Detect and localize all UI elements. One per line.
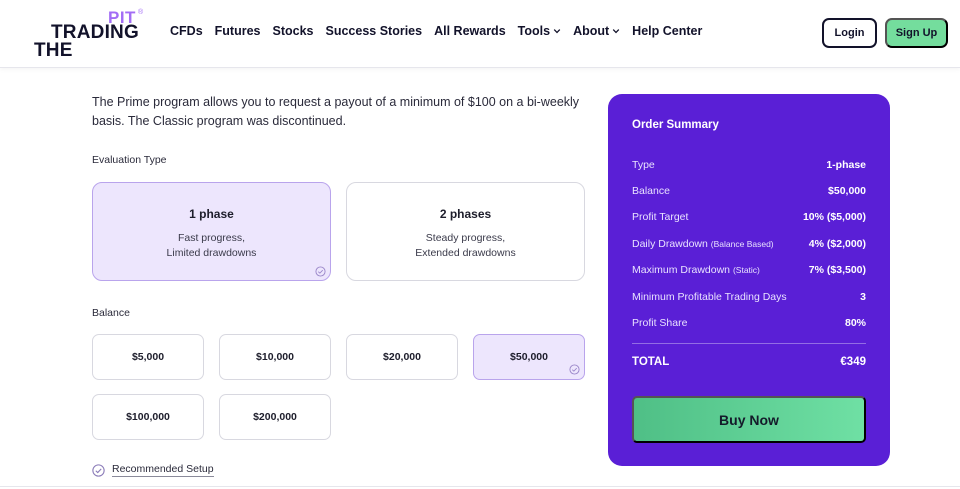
evaluation-option-desc-line: Limited drawdowns <box>166 247 257 259</box>
footer-divider <box>0 486 960 487</box>
summary-total-value: €349 <box>840 356 866 368</box>
chevron-down-icon <box>612 29 620 34</box>
summary-row-value: 4% ($2,000) <box>808 238 866 250</box>
evaluation-option-1-phase[interactable]: 1 phase Fast progress, Limited drawdowns <box>92 182 331 281</box>
evaluation-option-desc-line: Steady progress, <box>425 232 506 244</box>
nav-futures-label: Futures <box>214 24 261 38</box>
summary-row-value: $50,000 <box>828 185 866 197</box>
summary-row-value: 10% ($5,000) <box>802 211 866 223</box>
summary-row-label: Profit Share <box>632 317 688 329</box>
summary-row-label: Minimum Profitable Trading Days <box>632 291 787 303</box>
summary-row-daily-drawdown: Daily Drawdown (Balance Based) 4% ($2,00… <box>632 238 866 250</box>
nav-cfds[interactable]: CFDs <box>170 24 203 38</box>
balance-option-200000[interactable]: $200,000 <box>219 394 331 440</box>
balance-label: Balance <box>92 307 130 319</box>
balance-option-50000[interactable]: $50,000 <box>473 334 585 380</box>
evaluation-option-title: 2 phases <box>439 207 492 221</box>
the-pit-trading-logo[interactable]: PIT ® TRADING THE <box>34 8 146 61</box>
evaluation-option-desc-line: Fast progress, <box>177 232 246 244</box>
summary-row-label-sub: (Static) <box>732 265 760 275</box>
summary-row-profit-share: Profit Share 80% <box>632 317 866 329</box>
balance-option-20000[interactable]: $20,000 <box>346 334 458 380</box>
logo-the-text: THE <box>34 40 73 61</box>
summary-row-type: Type 1-phase <box>632 159 866 171</box>
sign-up-button[interactable]: Sign Up <box>885 18 948 48</box>
nav-help-center[interactable]: Help Center <box>632 24 702 38</box>
summary-row-label: Daily Drawdown (Balance Based) <box>632 238 774 250</box>
buy-now-button[interactable]: Buy Now <box>632 396 866 443</box>
order-summary-title: Order Summary <box>632 119 719 131</box>
nav-help-center-label: Help Center <box>632 24 703 38</box>
summary-row-value: 1-phase <box>826 159 866 171</box>
summary-row-label-sub: (Balance Based) <box>710 239 774 249</box>
order-summary-panel: Order Summary Type 1-phase Balance $50,0… <box>608 94 890 466</box>
balance-option-5000[interactable]: $5,000 <box>92 334 204 380</box>
balance-option-100000[interactable]: $100,000 <box>92 394 204 440</box>
check-circle-icon <box>92 463 105 477</box>
evaluation-option-desc: Fast progress, Limited drawdowns <box>93 231 330 261</box>
login-button[interactable]: Login <box>822 18 877 48</box>
nav-about-label: About <box>573 24 610 38</box>
nav-tools[interactable]: Tools <box>518 24 561 38</box>
evaluation-option-title: 1 phase <box>189 207 234 221</box>
nav-cfds-label: CFDs <box>170 24 203 38</box>
nav-all-rewards-label: All Rewards <box>434 24 506 38</box>
nav-all-rewards[interactable]: All Rewards <box>434 24 506 38</box>
recommended-setup-link[interactable]: Recommended Setup <box>92 463 214 477</box>
summary-total: TOTAL €349 <box>632 356 866 368</box>
nav-success-stories[interactable]: Success Stories <box>326 24 423 38</box>
nav-about[interactable]: About <box>573 24 620 38</box>
nav-futures[interactable]: Futures <box>215 24 261 38</box>
nav-success-stories-label: Success Stories <box>325 24 423 38</box>
summary-total-label: TOTAL <box>632 356 670 368</box>
summary-row-label-main: Daily Drawdown <box>632 238 708 250</box>
chevron-down-icon <box>553 29 561 34</box>
summary-row-value: 3 <box>860 291 866 303</box>
balance-option-label: $50,000 <box>510 351 548 363</box>
nav-stocks-label: Stocks <box>272 24 314 38</box>
evaluation-option-2-phases[interactable]: 2 phases Steady progress, Extended drawd… <box>346 182 585 281</box>
summary-row-profit-target: Profit Target 10% ($5,000) <box>632 211 866 223</box>
summary-row-balance: Balance $50,000 <box>632 185 866 197</box>
top-header: PIT ® TRADING THE CFDs Futures Stocks Su… <box>0 0 960 68</box>
summary-row-label-main: Maximum Drawdown <box>632 264 731 276</box>
nav-tools-label: Tools <box>517 24 551 38</box>
summary-row-label: Profit Target <box>632 211 689 223</box>
nav-stocks[interactable]: Stocks <box>273 24 314 38</box>
evaluation-option-desc-line: Extended drawdowns <box>415 247 516 259</box>
evaluation-type-label: Evaluation Type <box>92 154 167 166</box>
summary-row-maximum-drawdown: Maximum Drawdown (Static) 7% ($3,500) <box>632 264 866 276</box>
evaluation-option-desc: Steady progress, Extended drawdowns <box>347 231 584 261</box>
summary-row-value: 7% ($3,500) <box>808 264 866 276</box>
logo-registered-mark: ® <box>138 9 144 16</box>
summary-row-label: Balance <box>632 185 670 197</box>
program-intro-text: The Prime program allows you to request … <box>92 95 580 128</box>
check-circle-icon <box>569 364 580 375</box>
main-nav: CFDs Futures Stocks Success Stories All … <box>170 24 714 38</box>
recommended-setup-label: Recommended Setup <box>112 463 214 477</box>
summary-row-label: Type <box>632 159 655 171</box>
balance-option-10000[interactable]: $10,000 <box>219 334 331 380</box>
summary-row-label: Maximum Drawdown (Static) <box>632 264 760 276</box>
check-circle-icon <box>315 266 326 277</box>
summary-row-min-trading-days: Minimum Profitable Trading Days 3 <box>632 291 866 303</box>
summary-divider <box>632 343 866 344</box>
summary-row-value: 80% <box>844 317 866 329</box>
